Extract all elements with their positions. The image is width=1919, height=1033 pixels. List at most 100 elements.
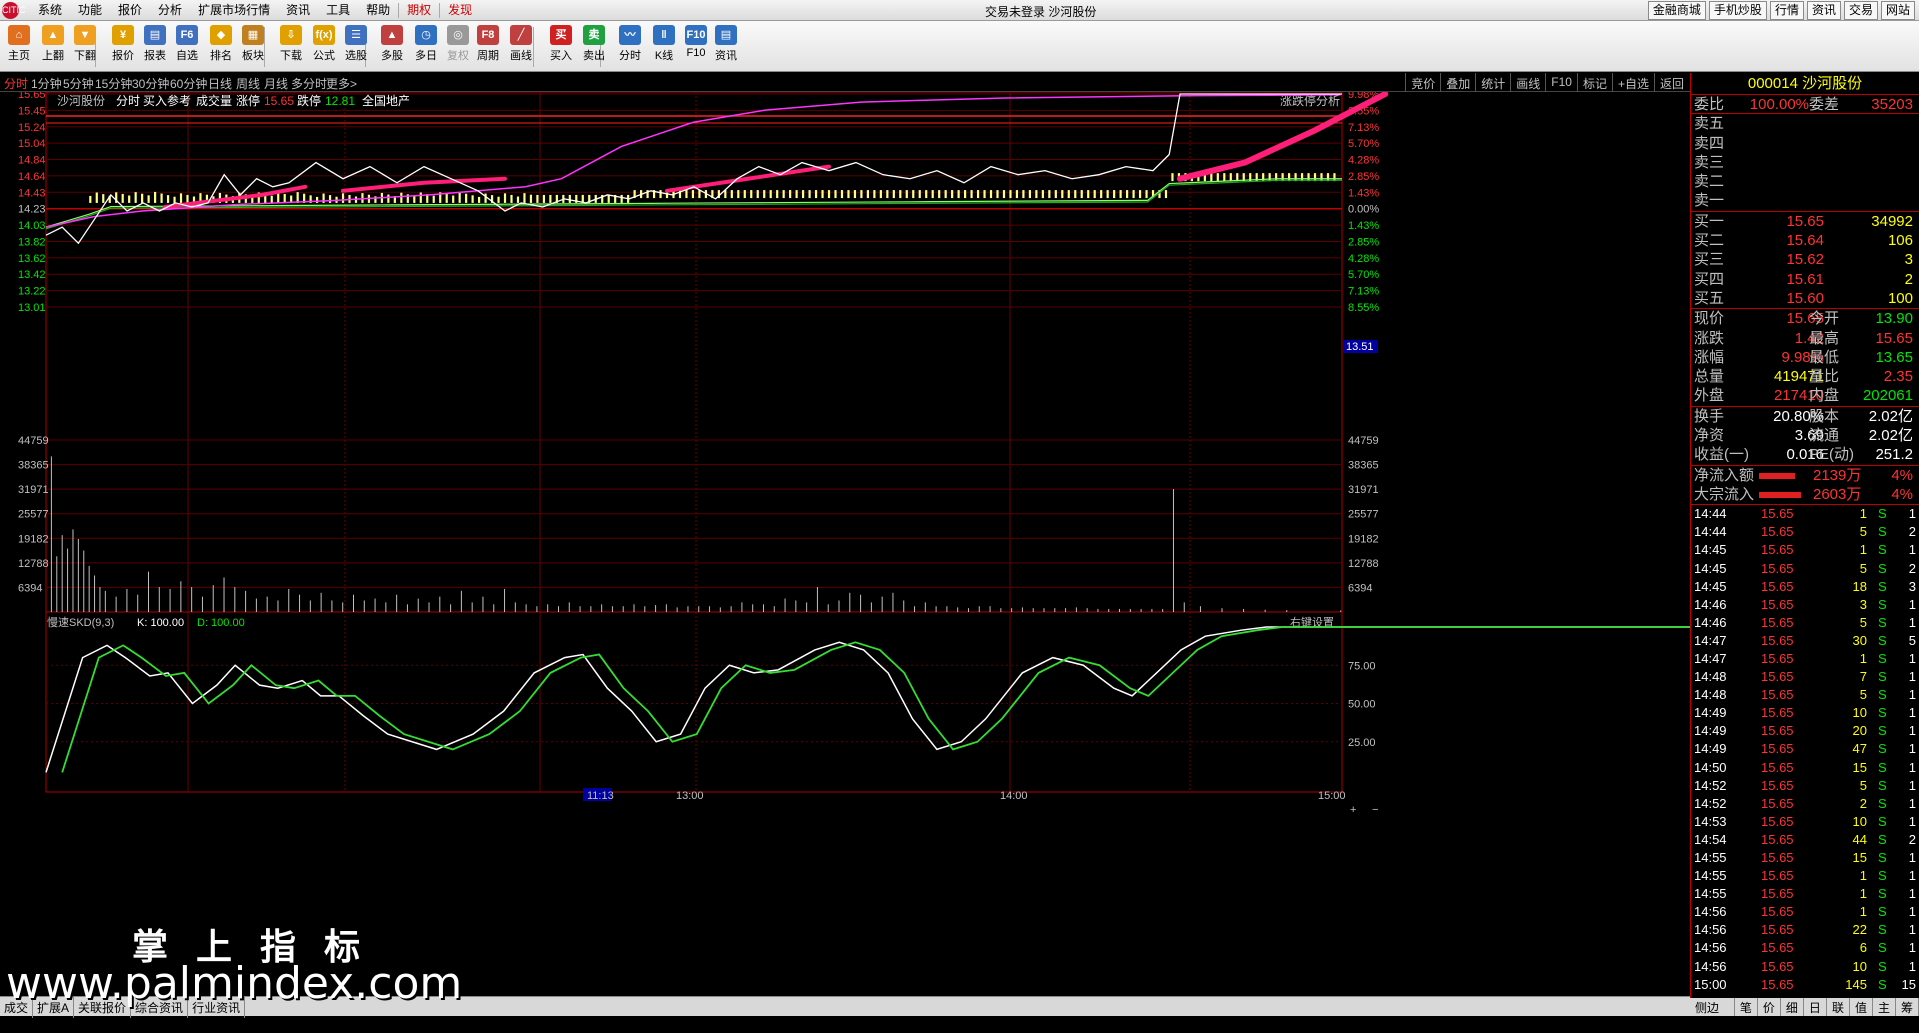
bid-row[interactable]: 买三 15.62 3	[1691, 250, 1919, 269]
trade-cell: 14:56	[1694, 922, 1727, 938]
period-tab-5[interactable]: 60分钟	[170, 75, 207, 92]
buy-ref-bar	[542, 194, 545, 203]
share-label: 净资	[1694, 427, 1725, 445]
toolbar-label: 自选	[176, 50, 198, 62]
toolbar-page-down-button[interactable]: ▼ 下翻	[66, 25, 104, 63]
chart-tool-2[interactable]: 统计	[1475, 73, 1510, 92]
trade-cell: S	[1878, 813, 1887, 829]
buy-ref-bar	[316, 196, 319, 203]
share-label-2: 流通	[1809, 427, 1840, 445]
buy-ref-bar	[607, 194, 610, 203]
stat-label-2: 最低	[1809, 348, 1840, 366]
menu-item-2[interactable]: 报价	[110, 3, 150, 18]
flow-pct: 4%	[1891, 466, 1913, 484]
bid-row[interactable]: 买一 15.65 34992	[1691, 212, 1919, 231]
quote-panel: 000014 沙河股份 委比 100.00% 委差 35203 卖五 卖四 卖三 卖二…	[1690, 73, 1919, 1016]
trade-cell: 15:00	[1694, 976, 1727, 992]
f8-icon: F8	[477, 25, 499, 45]
side-tab-6[interactable]: 值	[1850, 998, 1873, 1016]
top-button-3[interactable]: 资讯	[1806, 1, 1841, 20]
intraday-chart[interactable]: 15.65 9.98%15.45 8.55%15.24 7.13%15.04 5.70%…	[0, 92, 1690, 996]
menu-item-4[interactable]: 扩展市场行情	[190, 3, 278, 18]
yen-icon: ¥	[112, 25, 134, 45]
top-button-1[interactable]: 手机炒股	[1708, 1, 1767, 20]
side-tab-2[interactable]: 价	[1758, 998, 1781, 1016]
pct-tick-label: 5.70%	[1348, 269, 1379, 281]
buy-ref-bar	[795, 190, 798, 199]
trade-cell: 15.65	[1761, 940, 1794, 956]
f10-icon: F10	[685, 25, 707, 45]
side-tab-5[interactable]: 联	[1827, 998, 1850, 1016]
stat-label-2: 今开	[1809, 310, 1840, 328]
stock-pick-icon: ☰	[345, 25, 367, 45]
period-tab-7[interactable]: 周线	[236, 75, 260, 92]
bid-row[interactable]: 买二 15.64 106	[1691, 231, 1919, 250]
trade-cell: 15.65	[1761, 850, 1794, 866]
chart-tool-4[interactable]: F10	[1545, 73, 1577, 92]
pct-tick-label: 2.85%	[1348, 236, 1379, 248]
toolbar-multi-stock-button[interactable]: ▲ 多股	[373, 25, 411, 63]
bid-row[interactable]: 买五 15.60 100	[1691, 289, 1919, 308]
period-tab-4[interactable]: 30分钟	[132, 75, 169, 92]
period-tab-8[interactable]: 月线	[264, 75, 288, 92]
buy-ref-bar	[465, 193, 468, 203]
period-tab-3[interactable]: 15分钟	[95, 75, 132, 92]
trade-cell: S	[1878, 741, 1887, 757]
side-tab-0[interactable]: 侧边栏《	[1690, 998, 1735, 1032]
trade-cell: 1	[1859, 886, 1867, 902]
period-tab-1[interactable]: 1分钟	[31, 75, 62, 92]
period-tab-2[interactable]: 5分钟	[63, 75, 94, 92]
top-button-2[interactable]: 行情	[1769, 1, 1804, 20]
price-tick-label: 13.22	[18, 286, 46, 298]
trade-ticks[interactable]: 14:44 15.65 1 S 1 14:44 15.65 5 S 2 14:45 15.65 1 S 1 1…	[1691, 505, 1919, 994]
chart-tool-5[interactable]: 标记	[1576, 73, 1612, 92]
top-button-5[interactable]: 网站	[1880, 1, 1915, 20]
trade-cell: 15.65	[1761, 524, 1794, 540]
download-icon: ⇩	[280, 25, 302, 45]
menu-hot-1[interactable]: 发现	[439, 3, 480, 18]
menu-item-3[interactable]: 分析	[150, 3, 190, 18]
buy-ref-bar	[121, 193, 124, 203]
stat-label: 总量	[1694, 368, 1725, 386]
trade-cell: 1	[1908, 542, 1916, 558]
vol-tick-label: 25577	[18, 509, 49, 521]
side-tab-4[interactable]: 日	[1804, 998, 1827, 1016]
menu-hot-0[interactable]: 期权	[398, 3, 439, 18]
side-tab-3[interactable]: 细	[1781, 998, 1804, 1016]
toolbar-stock-pick-button[interactable]: ☰ 选股	[337, 25, 375, 63]
report-icon: ▤	[144, 25, 166, 45]
side-tab-1[interactable]: 笔	[1735, 998, 1758, 1016]
bid-row[interactable]: 买四 15.61 2	[1691, 270, 1919, 289]
chart-tool-6[interactable]: +自选	[1611, 73, 1654, 92]
period-tab-9[interactable]: 多分时	[291, 75, 327, 92]
toolbar-sell-button[interactable]: 卖卖出	[575, 25, 613, 63]
menu-item-5[interactable]: 资讯	[278, 3, 318, 18]
menu-item-6[interactable]: 工具	[318, 3, 358, 18]
top-button-4[interactable]: 交易	[1843, 1, 1878, 20]
chart-tool-7[interactable]: 返回	[1653, 73, 1689, 92]
trade-cell: 1	[1908, 922, 1916, 938]
menu-item-7[interactable]: 帮助	[358, 3, 398, 18]
toolbar-sector-button[interactable]: ▦ 板块	[234, 25, 272, 63]
trade-row: 14:48 15.65 5 S 1	[1691, 686, 1919, 704]
toolbar-home-button[interactable]: ⌂ 主页	[0, 25, 38, 63]
toolbar-f6-button[interactable]: F6 自选	[168, 25, 206, 63]
top-button-0[interactable]: 金融商城	[1647, 1, 1706, 20]
period-tab-10[interactable]: 更多>	[326, 75, 357, 92]
menu-item-0[interactable]: 系统	[30, 3, 70, 18]
toolbar-timeshare-button[interactable]: 〰分时	[611, 25, 649, 63]
menu-item-1[interactable]: 功能	[70, 3, 110, 18]
buy-ref-bar	[1171, 173, 1174, 182]
toolbar-news-button[interactable]: ▤ 资讯	[707, 25, 745, 63]
buy-ref-bar	[730, 190, 733, 199]
chart-tool-1[interactable]: 叠加	[1440, 73, 1475, 92]
side-tab-7[interactable]: 主	[1873, 998, 1896, 1016]
chart-tool-3[interactable]: 画线	[1510, 73, 1545, 92]
trade-cell: 1	[1908, 868, 1916, 884]
chart-tool-0[interactable]: 竞价	[1405, 73, 1440, 92]
side-tab-8[interactable]: 筹	[1896, 998, 1919, 1016]
period-tab-6[interactable]: 日线	[208, 75, 232, 92]
bid-label: 买三	[1694, 251, 1725, 269]
toolbar-draw-line-button[interactable]: ╱ 画线	[502, 25, 540, 63]
period-tab-0[interactable]: 分时	[4, 75, 28, 92]
